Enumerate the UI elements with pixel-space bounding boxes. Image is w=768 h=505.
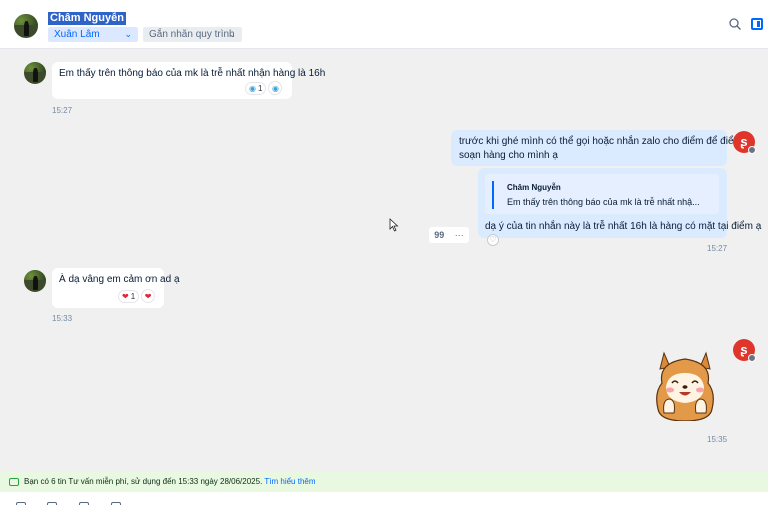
notice-text: Bạn có 6 tin Tư vấn miễn phí, sử dụng đế…: [24, 477, 263, 486]
search-icon[interactable]: [729, 18, 741, 30]
reaction-count: 1: [130, 291, 136, 301]
learn-more-link[interactable]: Tìm hiểu thêm: [264, 477, 315, 486]
quoted-text: Em thấy trên thông báo của mk là trễ nhấ…: [507, 197, 700, 207]
contact-name[interactable]: Châm Nguyễn: [48, 12, 126, 25]
shop-avatar[interactable]: ʂ: [733, 131, 756, 154]
reaction-summary[interactable]: ❤ 1 ❤: [118, 289, 156, 303]
composer-toolbar: [0, 492, 768, 505]
message-bubble[interactable]: trước khi ghé mình có thể gọi hoặc nhắn …: [451, 130, 742, 166]
quote-icon[interactable]: 99: [434, 230, 444, 240]
message-text: dạ ý của tin nhắn này là trễ nhất 16h là…: [485, 221, 762, 232]
more-icon[interactable]: ···: [455, 230, 464, 240]
message-time: 15:27: [707, 244, 728, 253]
member-select[interactable]: Xuân Lâm ⌄: [48, 27, 138, 42]
chevron-down-icon: ⌄: [124, 29, 132, 39]
chat-icon: [9, 478, 19, 486]
globe-reaction-icon: ◉: [249, 83, 256, 93]
message-text-line: soạn hàng cho mình ạ: [459, 150, 558, 161]
message-text: Em thấy trên thông báo của mk là trễ nhấ…: [59, 68, 326, 79]
contact-avatar[interactable]: [14, 14, 38, 38]
sender-avatar[interactable]: [24, 62, 46, 84]
shiba-dog-sticker[interactable]: [650, 343, 720, 421]
message-actions: 99 ···: [429, 227, 469, 243]
message-time: 15:35: [707, 435, 728, 444]
chat-header: Châm Nguyễn Xuân Lâm ⌄ Gắn nhãn quy trìn…: [0, 0, 768, 49]
label-select-label: Gắn nhãn quy trình: [149, 29, 235, 40]
label-select[interactable]: Gắn nhãn quy trình ⌄: [143, 27, 242, 42]
member-select-label: Xuân Lâm: [54, 29, 100, 40]
heart-react-button-icon[interactable]: ♡: [487, 234, 499, 246]
side-panel-icon[interactable]: [751, 18, 763, 30]
mouse-cursor-icon: [389, 218, 399, 232]
heart-reaction-icon[interactable]: ❤: [141, 289, 156, 303]
reaction-summary[interactable]: ◉ 1 ◉: [245, 81, 283, 95]
sender-avatar[interactable]: [24, 270, 46, 292]
heart-reaction-icon: ❤: [122, 291, 129, 301]
globe-reaction-icon[interactable]: ◉: [268, 81, 283, 95]
quoted-sender: Châm Nguyễn: [507, 183, 561, 192]
message-text-line: trước khi ghé mình có thể gọi hoặc nhắn …: [459, 136, 742, 147]
free-message-notice: Bạn có 6 tin Tư vấn miễn phí, sử dụng đế…: [0, 472, 768, 492]
chevron-down-icon: ⌄: [228, 29, 236, 39]
message-time: 15:33: [52, 314, 73, 323]
message-time: 15:27: [52, 106, 73, 115]
reaction-count: 1: [257, 83, 263, 93]
message-text: À dạ vâng em cảm ơn ad ạ: [59, 274, 180, 285]
shop-avatar[interactable]: ʂ: [733, 339, 756, 362]
quoted-message[interactable]: Châm Nguyễn Em thấy trên thông báo của m…: [485, 174, 719, 214]
